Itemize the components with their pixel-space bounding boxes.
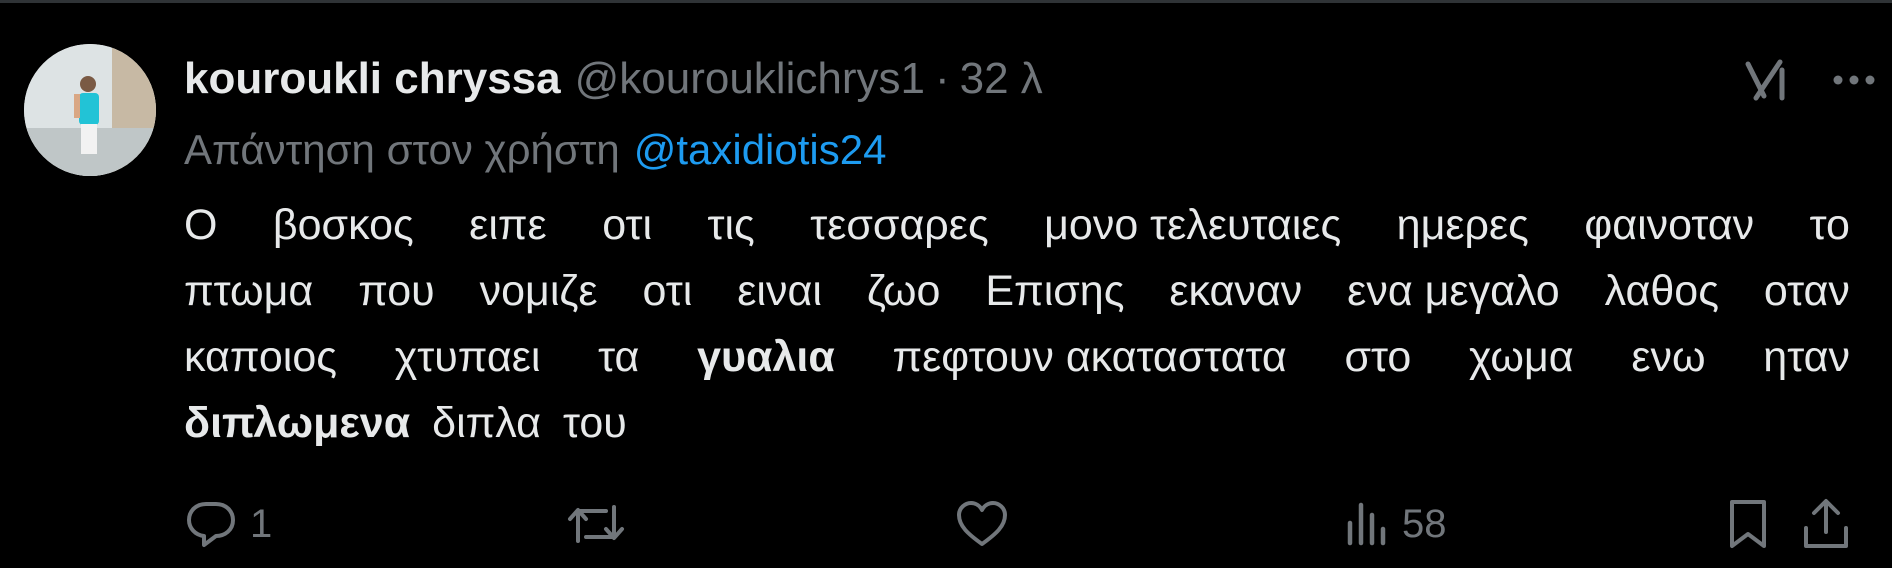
share-button[interactable]	[1800, 494, 1852, 554]
tweet-word: βοσκος	[272, 201, 414, 249]
tweet-word: τεσσαρες	[810, 201, 989, 249]
tweet-text-line: διπλωμενα διπλα του	[184, 390, 1850, 456]
reply-button[interactable]: 1	[184, 494, 272, 554]
tweet-word: τα	[598, 333, 640, 381]
more-dots-icon	[1833, 75, 1875, 85]
tweet-word: χτυπαει	[394, 333, 541, 381]
tweet-word: λαθος	[1604, 267, 1719, 315]
tweet-bold-word: γυαλια	[697, 333, 835, 381]
tweet-word: οταν	[1763, 267, 1850, 315]
tweet-word: καποιος	[184, 333, 337, 381]
reply-bubble-icon	[187, 502, 235, 547]
tweet-word: Επισης	[985, 267, 1125, 315]
more-button[interactable]	[1824, 52, 1884, 108]
tweet-text: Οβοσκος ειπε οτι τις τεσσαρες μονο τελευταιες…	[184, 192, 1850, 456]
repost-icon	[568, 505, 624, 543]
views-count: 58	[1402, 501, 1447, 546]
share-upload-icon	[1804, 499, 1848, 548]
avatar-photo	[24, 44, 156, 176]
tweet-word: ειπε	[469, 201, 547, 249]
heart-icon	[957, 501, 1007, 546]
tweet-word: μονο τελευταιες	[1044, 201, 1342, 249]
tweet-text-line: πτωμα που νομιζε οτι ειναι ζωο Επισης εκαναν ενα…	[184, 258, 1850, 324]
tweet-word: πεφτουν ακαταστατα	[892, 333, 1287, 381]
repost-button[interactable]	[566, 494, 638, 554]
tweet-bold-word: διπλωμενα	[184, 399, 411, 447]
timestamp[interactable]: 32 λ	[960, 54, 1043, 104]
tweet-word: ενω	[1631, 333, 1706, 381]
tweet-word: διπλα	[432, 399, 542, 447]
tweet-word: εκαναν	[1169, 267, 1303, 315]
reply-prefix: Απάντηση στον χρήστη	[184, 126, 620, 173]
reply-count: 1	[250, 501, 273, 546]
separator-dot: ·	[934, 54, 950, 103]
tweet-text-line: Οβοσκος ειπε οτι τις τεσσαρες μονο τελευταιες…	[184, 192, 1850, 258]
views-bar-icon	[1347, 502, 1386, 546]
tweet-word: πτωμα	[184, 267, 314, 315]
tweet-word: χωμα	[1469, 333, 1574, 381]
reply-context: Απάντηση στον χρήστη @taxidiotis24	[184, 122, 886, 178]
tweet-word: νομιζε	[479, 267, 598, 315]
tweet-word: που	[358, 267, 435, 315]
tweet-word: ειναι	[737, 267, 822, 315]
tweet-word: ημερες	[1396, 201, 1529, 249]
tweet-word: στο	[1344, 333, 1412, 381]
tweet-word: ζωο	[866, 267, 941, 315]
tweet-word: φαινοταν	[1584, 201, 1755, 249]
top-divider	[0, 0, 1892, 3]
tweet-text-line: καποιος χτυπαει τα γυαλια πεφτουν ακαταστατα…	[184, 324, 1850, 390]
bookmark-icon	[1730, 500, 1766, 548]
user-handle[interactable]: @kourouklichrys1	[575, 54, 925, 104]
post-header: kouroukli chryssa @kourouklichrys1 · 32 …	[184, 44, 1043, 114]
tweet-word: το	[1809, 201, 1850, 249]
tweet-word: τις	[707, 201, 755, 249]
grok-icon	[1745, 59, 1785, 101]
display-name[interactable]: kouroukli chryssa	[184, 54, 561, 104]
reply-to-handle[interactable]: @taxidiotis24	[634, 126, 887, 174]
like-button[interactable]	[954, 494, 1022, 554]
tweet-word: οτι	[642, 267, 693, 315]
tweet-word: οτι	[602, 201, 653, 249]
avatar[interactable]	[24, 44, 156, 176]
action-bar: 1 58	[184, 494, 1884, 554]
views-button[interactable]: 58	[1344, 494, 1447, 554]
tweet-word: ενα μεγαλο	[1347, 267, 1560, 315]
bookmark-button[interactable]	[1724, 494, 1772, 554]
tweet-word: Ο	[184, 201, 218, 249]
tweet-word: του	[563, 399, 627, 447]
tweet-word: ηταν	[1763, 333, 1850, 381]
grok-button[interactable]	[1738, 52, 1794, 108]
